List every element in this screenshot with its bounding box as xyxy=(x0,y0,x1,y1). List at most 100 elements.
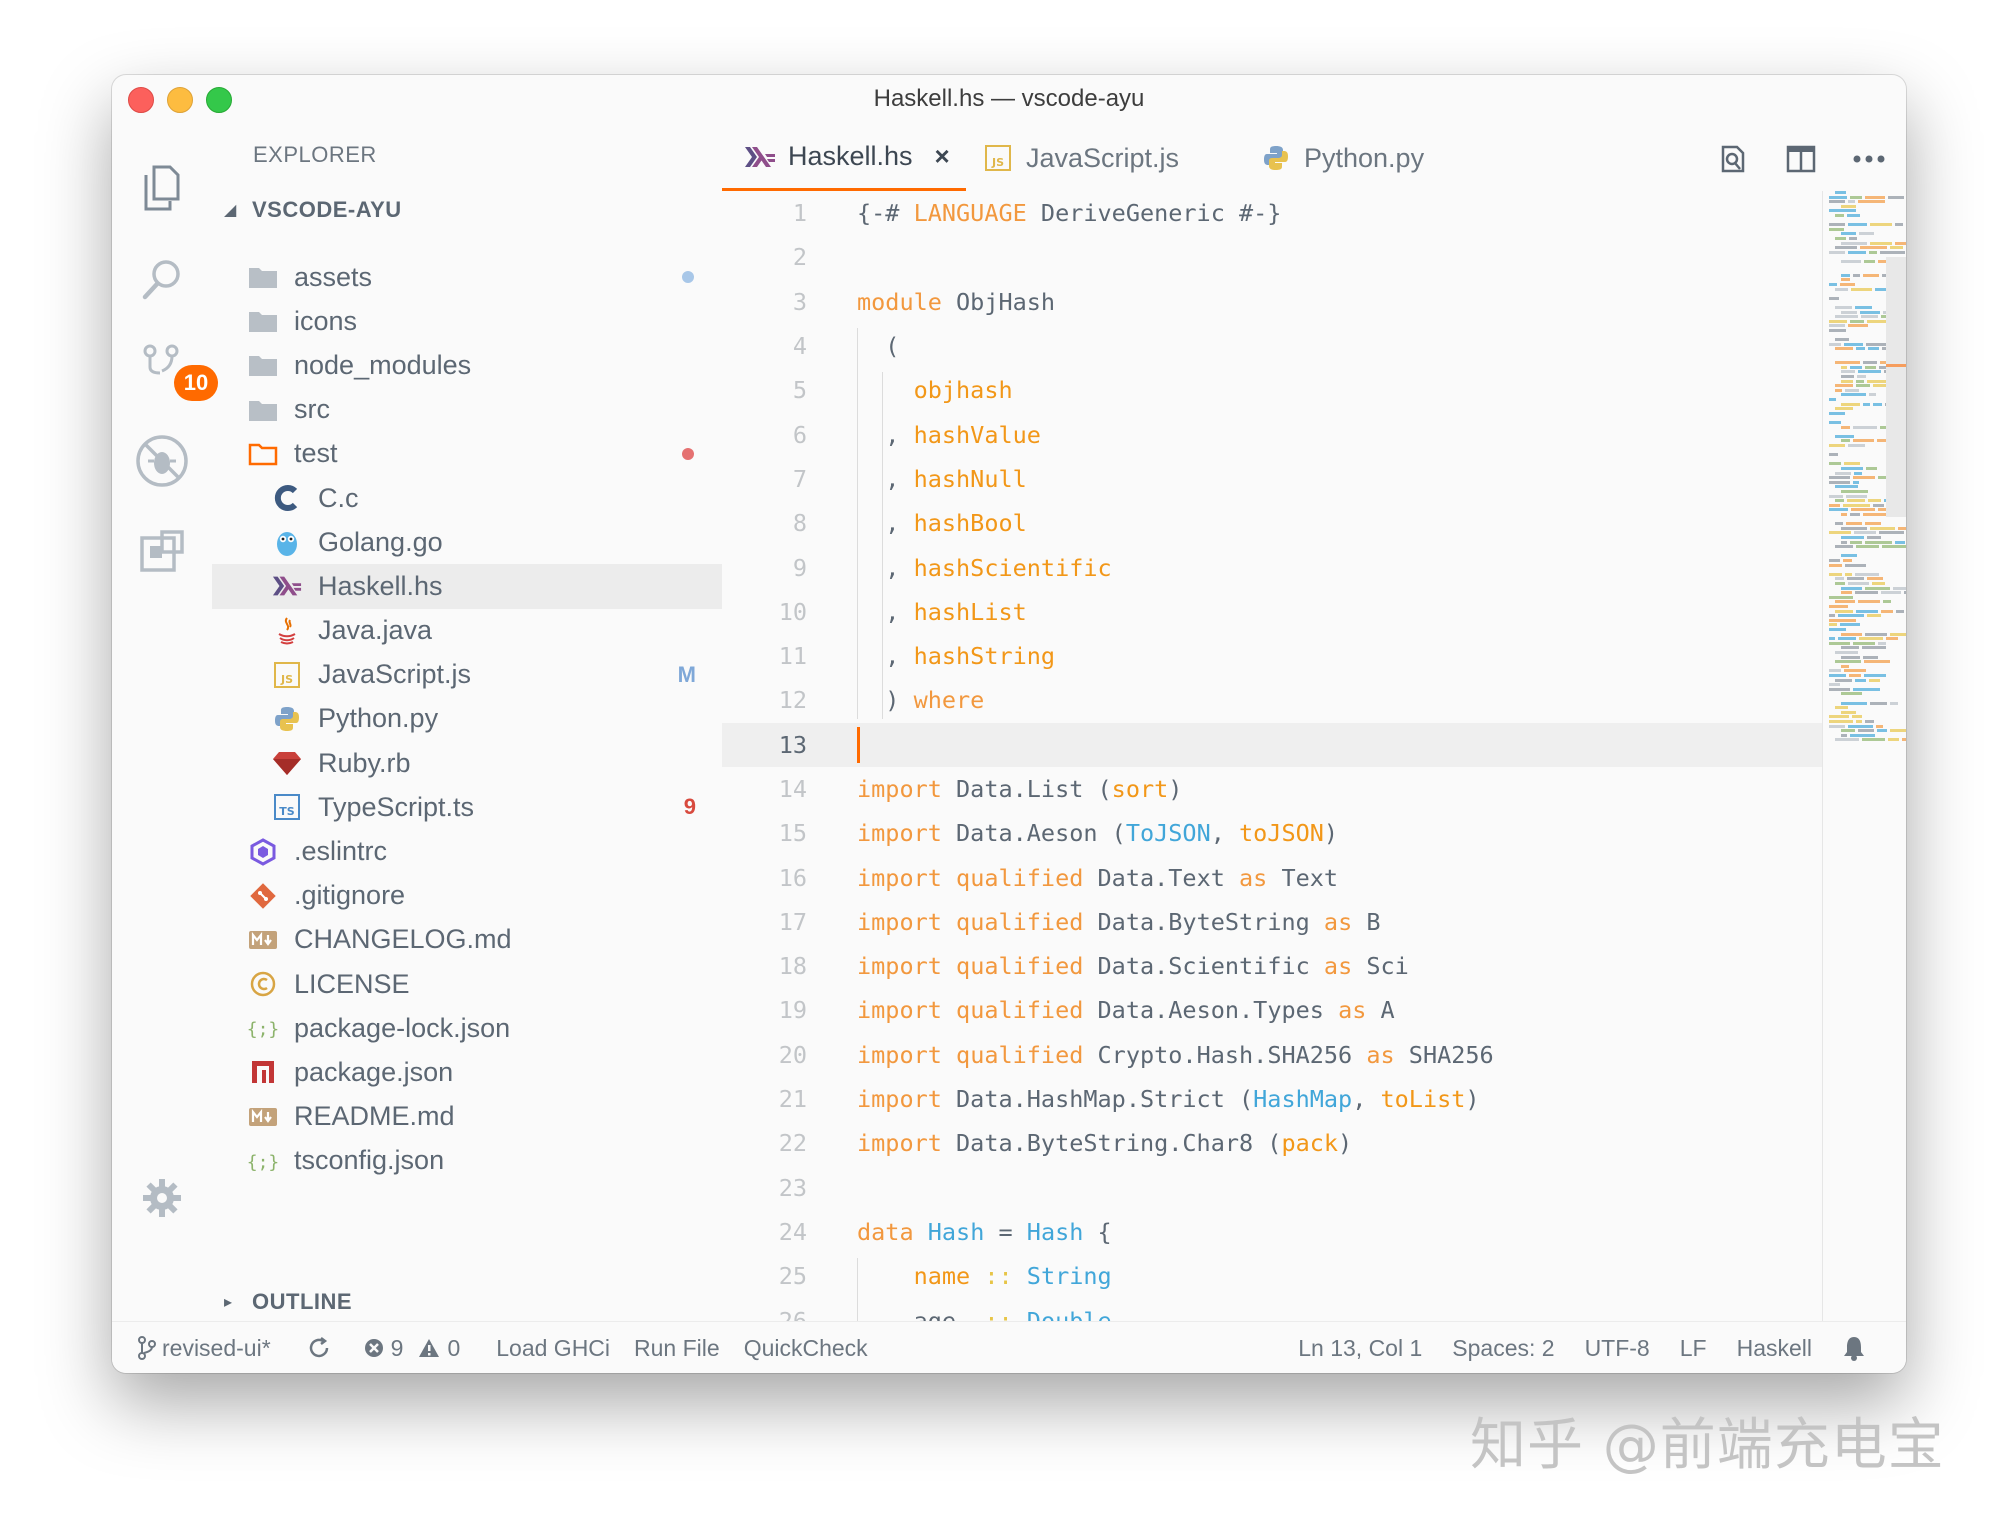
tree-item-eslintrc[interactable]: .eslintrc xyxy=(212,829,722,873)
language-mode[interactable]: Haskell xyxy=(1737,1335,1812,1362)
settings-gear-icon[interactable] xyxy=(134,1170,190,1226)
code-line[interactable]: 6 , hashValue xyxy=(722,412,1822,456)
code-line[interactable]: 3 module ObjHash xyxy=(722,280,1822,324)
code-line[interactable]: 21 import Data.HashMap.Strict (HashMap, t… xyxy=(722,1077,1822,1121)
minimap-line xyxy=(1841,513,1847,516)
minimap-line xyxy=(1835,706,1848,710)
quickcheck-button[interactable]: QuickCheck xyxy=(744,1335,868,1362)
tree-item-gitignore[interactable]: .gitignore xyxy=(212,874,722,918)
tree-item-tsconfig-json[interactable]: {;} tsconfig.json xyxy=(212,1139,722,1183)
run-file-button[interactable]: Run File xyxy=(634,1335,720,1362)
notifications-bell-icon[interactable] xyxy=(1842,1335,1866,1361)
tree-item-typescript-ts[interactable]: TS TypeScript.ts 9 xyxy=(212,785,722,829)
ruby-icon xyxy=(272,748,302,778)
minimap-line xyxy=(1863,655,1878,659)
minimap-line xyxy=(1858,600,1880,604)
sync-button[interactable] xyxy=(307,1336,331,1360)
code-line[interactable]: 15 import Data.Aeson (ToJSON, toJSON) xyxy=(722,811,1822,855)
eol-setting[interactable]: LF xyxy=(1680,1335,1707,1362)
tree-item-haskell-hs[interactable]: Haskell.hs xyxy=(212,564,722,609)
search-icon[interactable] xyxy=(134,251,190,307)
tree-item-java-java[interactable]: Java.java xyxy=(212,609,722,653)
tree-item-test[interactable]: test xyxy=(212,432,722,476)
minimap-line xyxy=(1841,586,1862,590)
minimap-line xyxy=(1841,591,1852,595)
code-line[interactable]: 9 , hashScientific xyxy=(722,545,1822,589)
code-line[interactable]: 22 import Data.ByteString.Char8 (pack) xyxy=(722,1121,1822,1165)
code-line[interactable]: 12 ) where xyxy=(722,678,1822,722)
scrollbar-thumb[interactable] xyxy=(1886,257,1906,517)
tree-item-src[interactable]: src xyxy=(212,388,722,432)
code-line[interactable]: 5 objhash xyxy=(722,368,1822,412)
outline-section-header[interactable]: ▸ OUTLINE xyxy=(224,1289,352,1315)
minimap-line xyxy=(1853,480,1859,484)
explorer-icon[interactable] xyxy=(134,160,190,216)
tree-item-license[interactable]: LICENSE xyxy=(212,962,722,1006)
vertical-scrollbar[interactable] xyxy=(1886,191,1906,1321)
tree-item-assets[interactable]: assets xyxy=(212,255,722,299)
code-line[interactable]: 23 xyxy=(722,1166,1822,1210)
problems-indicator[interactable]: 9 0 xyxy=(363,1335,460,1362)
code-line[interactable]: 4 ( xyxy=(722,324,1822,368)
extensions-icon[interactable] xyxy=(134,524,190,580)
scrollbar-cursor-marker xyxy=(1886,364,1906,367)
svg-text:{;}: {;} xyxy=(248,1152,278,1173)
minimap-line xyxy=(1835,577,1844,581)
minimap-line xyxy=(1869,393,1876,397)
tree-item-icons[interactable]: icons xyxy=(212,299,722,343)
code-line[interactable]: 20 import qualified Crypto.Hash.SHA256 as… xyxy=(722,1033,1822,1077)
code-line[interactable]: 17 import qualified Data.ByteString as B xyxy=(722,900,1822,944)
line-number: 12 xyxy=(778,686,807,715)
tree-item-package-json[interactable]: package.json xyxy=(212,1050,722,1094)
code-text: , age :: Double xyxy=(857,1306,1112,1321)
code-line[interactable]: 25 name :: String xyxy=(722,1254,1822,1298)
tab-javascript[interactable]: JS JavaScript.js xyxy=(960,125,1179,191)
code-line[interactable]: 16 import qualified Data.Text as Text xyxy=(722,855,1822,899)
tab-python[interactable]: Python.py xyxy=(1238,125,1424,191)
minimap-line xyxy=(1841,540,1847,544)
code-line[interactable]: 11 , hashString xyxy=(722,634,1822,678)
split-editor-icon[interactable] xyxy=(1784,142,1818,176)
source-control-icon[interactable]: 10 xyxy=(134,337,218,401)
minimap-line xyxy=(1829,329,1846,332)
tab-haskell[interactable]: Haskell.hs × xyxy=(722,125,966,191)
load-ghci-button[interactable]: Load GHCi xyxy=(496,1335,610,1362)
tree-item-javascript-js[interactable]: JS JavaScript.js M xyxy=(212,653,722,697)
encoding-setting[interactable]: UTF-8 xyxy=(1585,1335,1650,1362)
code-line[interactable]: 14 import Data.List (sort) xyxy=(722,767,1822,811)
code-line[interactable]: 10 , hashList xyxy=(722,590,1822,634)
more-actions-icon[interactable] xyxy=(1852,142,1886,176)
minimap-line xyxy=(1846,522,1862,526)
tree-item-readme-md[interactable]: README.md xyxy=(212,1095,722,1139)
tree-item-c-c[interactable]: C.c xyxy=(212,476,722,520)
code-line[interactable]: 2 xyxy=(722,235,1822,279)
tree-item-node-modules[interactable]: node_modules xyxy=(212,343,722,387)
code-line[interactable]: 24 data Hash = Hash { xyxy=(722,1210,1822,1254)
code-editor[interactable]: 1 {-# LANGUAGE DeriveGeneric #-} 2 3 module … xyxy=(722,191,1822,1321)
indentation-setting[interactable]: Spaces: 2 xyxy=(1452,1335,1554,1362)
code-line[interactable]: 1 {-# LANGUAGE DeriveGeneric #-} xyxy=(722,191,1822,235)
line-number: 3 xyxy=(792,287,807,316)
cursor-position[interactable]: Ln 13, Col 1 xyxy=(1298,1335,1422,1362)
code-line[interactable]: 18 import qualified Data.Scientific as Sc… xyxy=(722,944,1822,988)
minimap-line xyxy=(1875,287,1886,291)
svg-text:{;}: {;} xyxy=(248,1019,278,1040)
code-line[interactable]: 13 xyxy=(722,722,1822,767)
code-line[interactable]: 26 , age :: Double xyxy=(722,1298,1822,1321)
tree-item-golang-go[interactable]: Golang.go xyxy=(212,520,722,564)
branch-indicator[interactable]: revised-ui* xyxy=(138,1335,271,1362)
minimap-line xyxy=(1838,614,1864,618)
project-section-header[interactable]: ◢ VSCODE-AYU xyxy=(224,197,402,223)
tree-item-ruby-rb[interactable]: Ruby.rb xyxy=(212,741,722,785)
open-preview-icon[interactable] xyxy=(1716,142,1750,176)
tree-item-package-lock-json[interactable]: {;} package-lock.json xyxy=(212,1006,722,1050)
tree-item-changelog-md[interactable]: CHANGELOG.md xyxy=(212,918,722,962)
code-line[interactable]: 8 , hashBool xyxy=(722,501,1822,545)
minimap-line xyxy=(1829,296,1839,300)
code-line[interactable]: 19 import qualified Data.Aeson.Types as A xyxy=(722,988,1822,1032)
vscode-window: Haskell.hs — vscode-ayu 10 EXPLORER ◢ VS… xyxy=(112,75,1906,1373)
close-tab-icon[interactable]: × xyxy=(935,141,950,172)
code-line[interactable]: 7 , hashNull xyxy=(722,457,1822,501)
tree-item-python-py[interactable]: Python.py xyxy=(212,697,722,741)
debug-icon[interactable] xyxy=(134,433,190,489)
